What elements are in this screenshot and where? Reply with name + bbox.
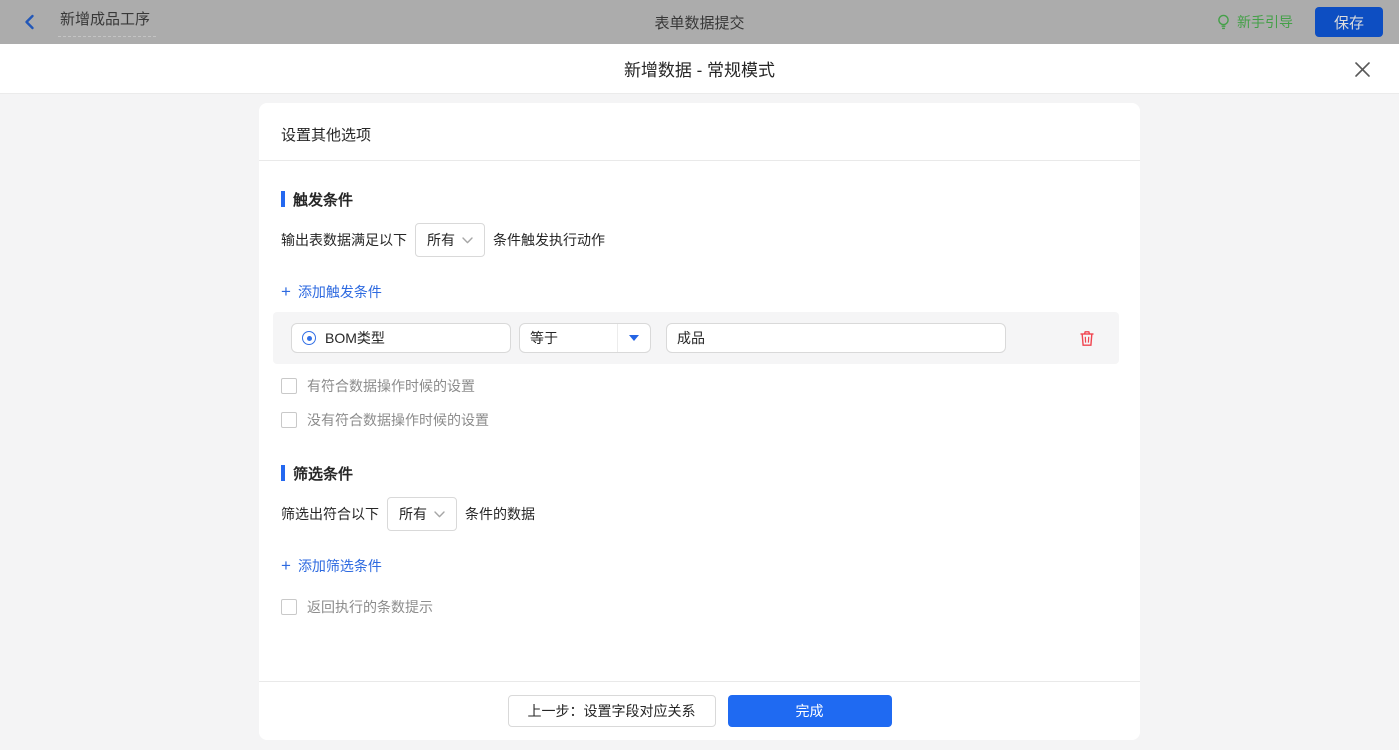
trash-icon — [1079, 330, 1095, 347]
trigger-section-title: 触发条件 — [281, 191, 1118, 207]
delete-condition-button[interactable] — [1077, 328, 1097, 348]
modal-body: 设置其他选项 触发条件 输出表数据满足以下 所有 条件触发执行动作 + 添 — [0, 94, 1399, 750]
condition-value-input[interactable] — [666, 323, 1006, 353]
lightbulb-icon — [1216, 14, 1231, 31]
no-match-settings-row: 没有符合数据操作时候的设置 — [281, 410, 1118, 430]
return-count-checkbox[interactable] — [281, 599, 297, 615]
trigger-match-sentence: 输出表数据满足以下 所有 条件触发执行动作 — [281, 215, 1118, 265]
no-match-checkbox[interactable] — [281, 412, 297, 428]
filter-sentence-prefix: 筛选出符合以下 — [281, 504, 379, 524]
section-marker — [281, 465, 285, 481]
condition-operator-select[interactable]: 等于 — [519, 323, 651, 353]
topbar-page-title: 表单数据提交 — [0, 12, 1399, 33]
trigger-sentence-prefix: 输出表数据满足以下 — [281, 230, 407, 250]
options-panel: 设置其他选项 触发条件 输出表数据满足以下 所有 条件触发执行动作 + 添 — [259, 103, 1140, 740]
filter-match-sentence: 筛选出符合以下 所有 条件的数据 — [281, 489, 1118, 539]
top-bar: 新增成品工序 表单数据提交 新手引导 保存 — [0, 0, 1399, 44]
chevron-left-icon — [22, 14, 38, 30]
close-button[interactable] — [1349, 56, 1375, 82]
add-trigger-condition-link[interactable]: + 添加触发条件 — [281, 282, 382, 302]
panel-content: 触发条件 输出表数据满足以下 所有 条件触发执行动作 + 添加触发条件 — [259, 161, 1140, 681]
save-button[interactable]: 保存 — [1315, 7, 1383, 37]
panel-footer: 上一步：设置字段对应关系 完成 — [259, 681, 1140, 740]
triangle-down-icon — [629, 335, 639, 341]
modal-title: 新增数据 - 常规模式 — [624, 56, 775, 81]
radio-field-icon — [302, 331, 316, 345]
condition-field-select[interactable]: BOM类型 — [291, 323, 511, 353]
trigger-condition-row: BOM类型 等于 — [273, 312, 1119, 364]
done-button[interactable]: 完成 — [728, 695, 892, 727]
panel-header: 设置其他选项 — [259, 103, 1140, 161]
has-match-checkbox[interactable] — [281, 378, 297, 394]
chevron-down-icon — [462, 237, 473, 244]
trigger-sentence-suffix: 条件触发执行动作 — [493, 230, 605, 250]
operator-caret[interactable] — [617, 324, 650, 352]
back-button[interactable] — [16, 8, 44, 36]
chevron-down-icon — [434, 511, 445, 518]
trigger-match-mode-value: 所有 — [427, 230, 455, 250]
filter-match-mode-select[interactable]: 所有 — [387, 497, 457, 531]
topbar-actions: 新手引导 保存 — [1216, 7, 1383, 37]
condition-operator-value: 等于 — [520, 324, 617, 352]
trigger-match-mode-select[interactable]: 所有 — [415, 223, 485, 257]
beginner-guide-link[interactable]: 新手引导 — [1216, 12, 1293, 32]
add-filter-condition-link[interactable]: + 添加筛选条件 — [281, 556, 382, 576]
previous-step-button[interactable]: 上一步：设置字段对应关系 — [508, 695, 716, 727]
filter-section-title: 筛选条件 — [281, 465, 1118, 481]
return-count-row: 返回执行的条数提示 — [281, 597, 1118, 617]
filter-match-mode-value: 所有 — [399, 504, 427, 524]
plus-icon: + — [281, 285, 291, 299]
close-icon — [1354, 61, 1371, 78]
condition-field-value: BOM类型 — [325, 328, 385, 348]
plus-icon: + — [281, 559, 291, 573]
has-match-settings-row: 有符合数据操作时候的设置 — [281, 376, 1118, 396]
modal-header: 新增数据 - 常规模式 — [0, 44, 1399, 94]
section-marker — [281, 191, 285, 207]
beginner-guide-label: 新手引导 — [1237, 12, 1293, 32]
flow-title[interactable]: 新增成品工序 — [58, 8, 156, 37]
filter-sentence-suffix: 条件的数据 — [465, 504, 535, 524]
